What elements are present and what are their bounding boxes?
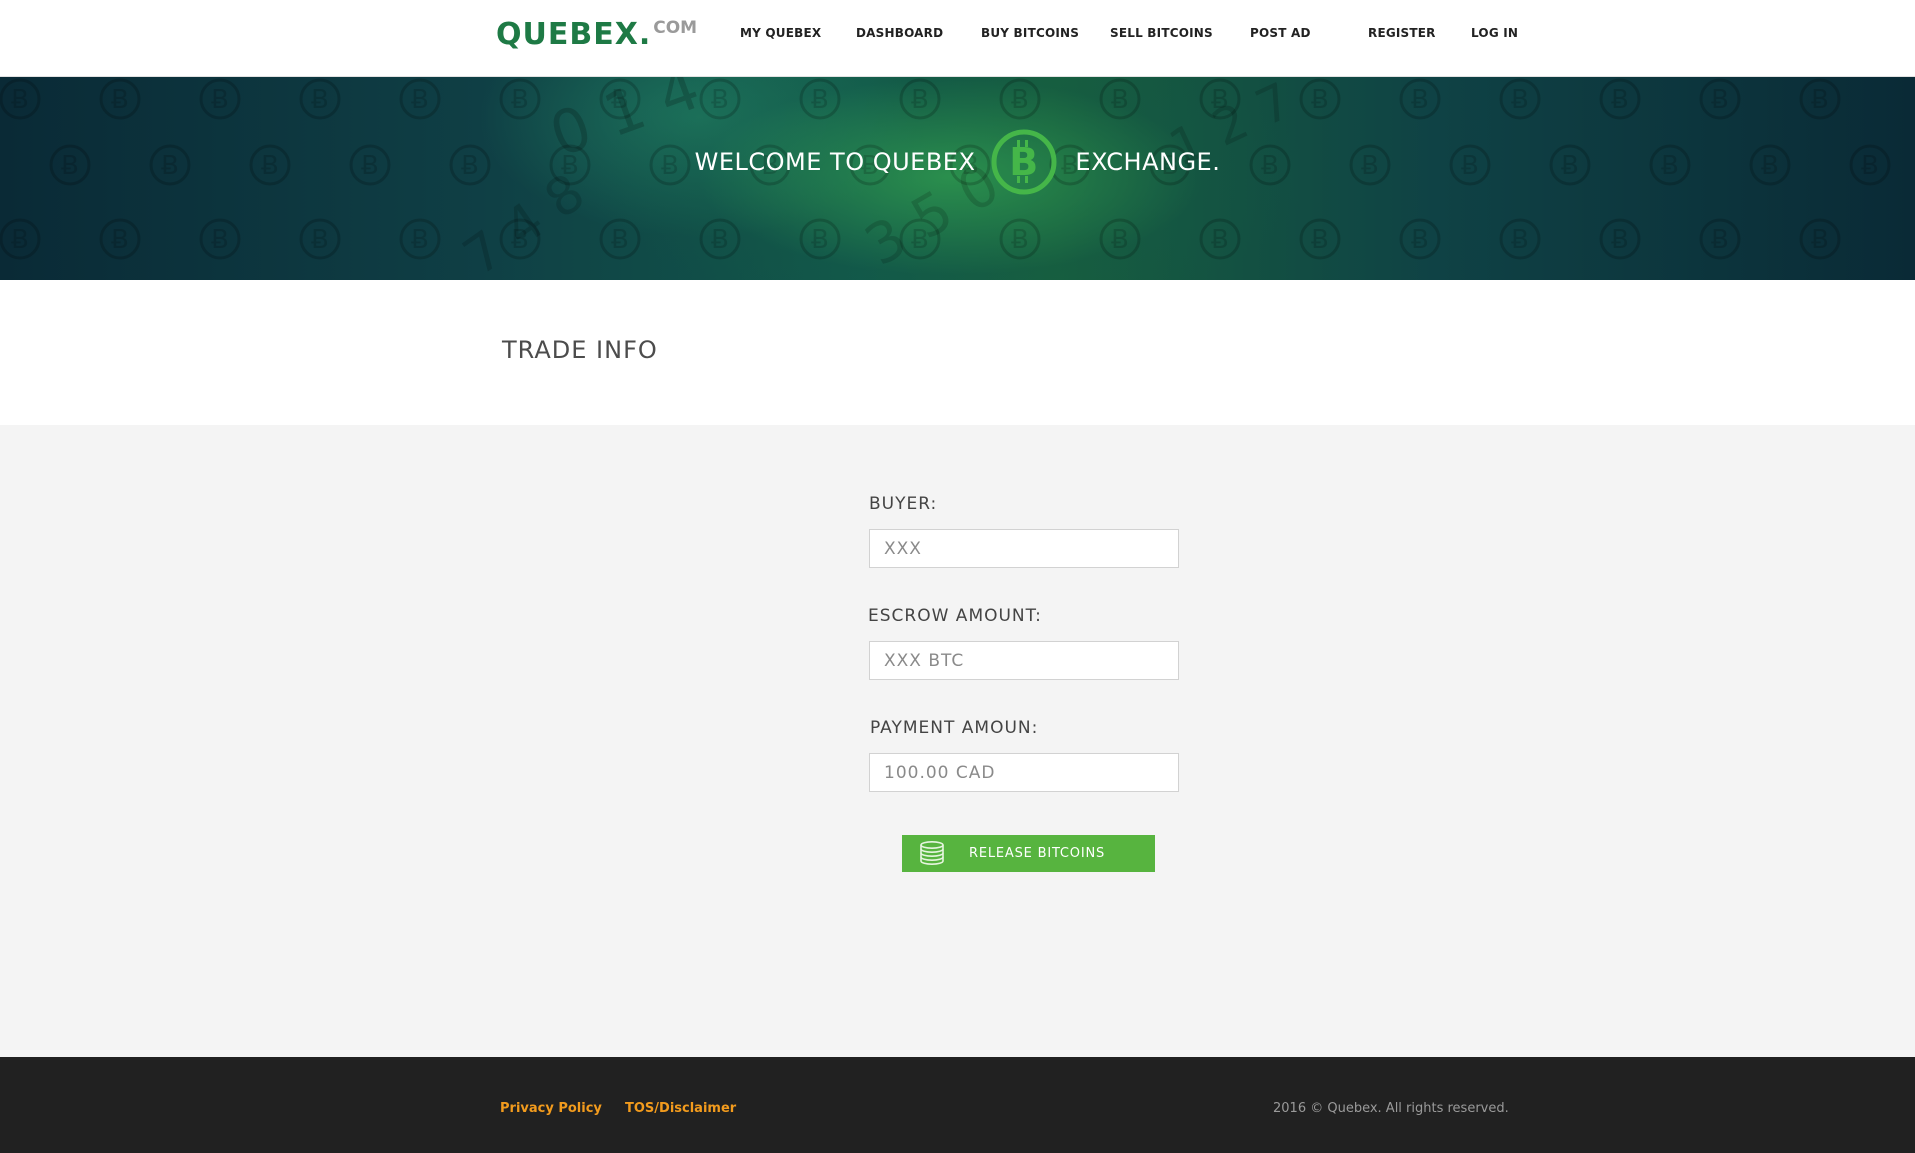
- background-coin-symbol: Ƀ: [811, 225, 829, 255]
- nav-register[interactable]: REGISTER: [1368, 26, 1436, 40]
- background-coin-symbol: Ƀ: [1811, 85, 1829, 115]
- trade-info-section: TRADE INFO: [0, 280, 1915, 425]
- hero-banner: ɃɃɃɃɃɃɃɃɃɃɃɃɃɃɃɃɃɃɃɃɃɃɃɃɃɃɃɃɃɃɃɃɃɃɃɃɃɃɃɃ…: [0, 77, 1915, 280]
- background-coin-symbol: Ƀ: [11, 85, 29, 115]
- nav-sell-bitcoins[interactable]: SELL BITCOINS: [1110, 26, 1213, 40]
- hero-title-part2: EXCHANGE.: [1075, 148, 1221, 176]
- nav-post-ad[interactable]: POST AD: [1250, 26, 1311, 40]
- logo-tld: COM: [653, 18, 698, 38]
- site-logo[interactable]: QUEBEX. COM: [496, 17, 697, 53]
- background-coin-symbol: Ƀ: [311, 85, 329, 115]
- background-coin-symbol: Ƀ: [811, 85, 829, 115]
- hero-title: WELCOME TO QUEBEX B EXCHANGE.: [0, 127, 1915, 197]
- background-coin-symbol: Ƀ: [411, 85, 429, 115]
- background-coin-symbol: Ƀ: [511, 85, 529, 115]
- background-coin-symbol: Ƀ: [11, 225, 29, 255]
- bitcoin-logo-icon: B: [991, 129, 1057, 195]
- nav-dashboard[interactable]: DASHBOARD: [856, 26, 943, 40]
- hero-title-part1: WELCOME TO QUEBEX: [694, 148, 976, 176]
- site-footer: Privacy Policy TOS/Disclaimer 2016 © Que…: [0, 1057, 1915, 1153]
- background-coin-symbol: Ƀ: [1711, 85, 1729, 115]
- release-bitcoins-button[interactable]: RELEASE BITCOINS: [902, 835, 1155, 872]
- background-coin-symbol: Ƀ: [711, 85, 729, 115]
- background-coin-symbol: Ƀ: [1111, 85, 1129, 115]
- background-coin-symbol: Ƀ: [111, 85, 129, 115]
- background-coin-symbol: Ƀ: [1011, 225, 1029, 255]
- nav-buy-bitcoins[interactable]: BUY BITCOINS: [981, 26, 1079, 40]
- logo-text: QUEBEX.: [496, 17, 652, 52]
- background-coin-symbol: Ƀ: [1611, 85, 1629, 115]
- page-title: TRADE INFO: [502, 336, 658, 364]
- background-coin-symbol: Ƀ: [1511, 85, 1529, 115]
- background-coin-symbol: Ƀ: [1011, 85, 1029, 115]
- background-coin-symbol: Ƀ: [1811, 225, 1829, 255]
- buyer-input[interactable]: [869, 529, 1179, 568]
- nav-my-quebex[interactable]: MY QUEBEX: [740, 26, 821, 40]
- payment-amount-label: PAYMENT AMOUN:: [870, 718, 1039, 738]
- nav-log-in[interactable]: LOG IN: [1471, 26, 1518, 40]
- background-coin-symbol: Ƀ: [211, 85, 229, 115]
- svg-text:B: B: [1010, 140, 1039, 184]
- buyer-label: BUYER:: [869, 494, 938, 514]
- background-coin-symbol: Ƀ: [1311, 85, 1329, 115]
- escrow-amount-input[interactable]: [869, 641, 1179, 680]
- tos-disclaimer-link[interactable]: TOS/Disclaimer: [625, 1101, 736, 1116]
- background-coin-symbol: Ƀ: [911, 85, 929, 115]
- escrow-amount-label: ESCROW AMOUNT:: [868, 606, 1042, 626]
- privacy-policy-link[interactable]: Privacy Policy: [500, 1101, 602, 1116]
- background-coin-symbol: Ƀ: [1111, 225, 1129, 255]
- background-coin-symbol: Ƀ: [1611, 225, 1629, 255]
- background-coin-symbol: Ƀ: [311, 225, 329, 255]
- background-coin-symbol: Ƀ: [711, 225, 729, 255]
- release-bitcoins-label: RELEASE BITCOINS: [969, 846, 1106, 861]
- background-coin-symbol: Ƀ: [1411, 225, 1429, 255]
- background-coin-symbol: Ƀ: [1711, 225, 1729, 255]
- background-coin-symbol: Ƀ: [1411, 85, 1429, 115]
- background-coin-symbol: Ƀ: [111, 225, 129, 255]
- background-coin-symbol: Ƀ: [1311, 225, 1329, 255]
- background-coin-symbol: Ƀ: [1211, 225, 1229, 255]
- background-coin-symbol: Ƀ: [211, 225, 229, 255]
- background-coin-symbol: Ƀ: [611, 225, 629, 255]
- background-coin-symbol: Ƀ: [1511, 225, 1529, 255]
- coin-stack-icon: [920, 840, 944, 865]
- background-coin-symbol: Ƀ: [411, 225, 429, 255]
- payment-amount-input[interactable]: [869, 753, 1179, 792]
- site-header: QUEBEX. COM MY QUEBEX DASHBOARD BUY BITC…: [0, 0, 1915, 77]
- copyright-text: 2016 © Quebex. All rights reserved.: [1273, 1101, 1509, 1116]
